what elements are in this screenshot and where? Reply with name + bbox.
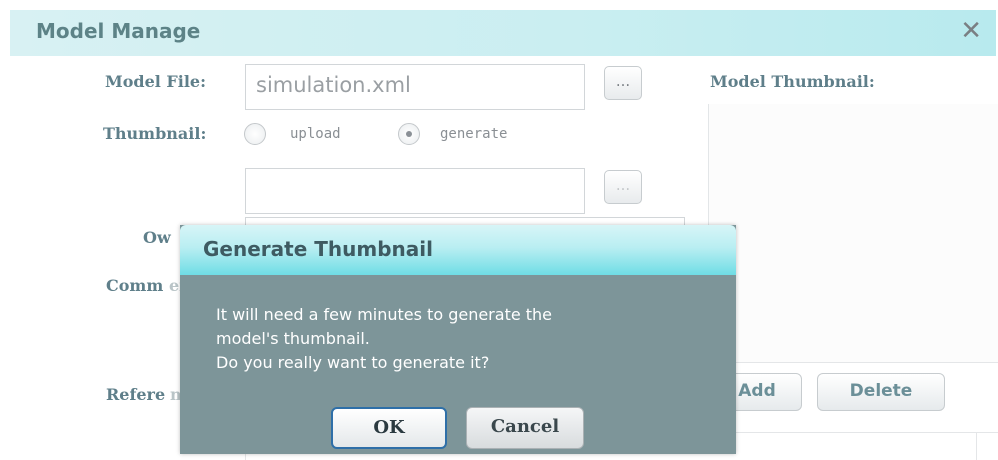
divider bbox=[976, 432, 977, 460]
model-file-input[interactable]: simulation.xml bbox=[245, 64, 585, 110]
generate-radio-label: generate bbox=[440, 126, 508, 142]
browse-model-file-button[interactable]: ... bbox=[604, 66, 642, 100]
dialog-title: Generate Thumbnail bbox=[203, 237, 433, 261]
thumbnail-label: Thumbnail: bbox=[103, 124, 207, 143]
model-file-label: Model File: bbox=[105, 72, 206, 91]
generate-radio[interactable] bbox=[398, 123, 420, 145]
browse-thumbnail-button[interactable]: ... bbox=[604, 170, 642, 204]
ok-button[interactable]: OK bbox=[331, 407, 447, 449]
owner-label: Ow bbox=[143, 228, 171, 247]
upload-radio-label: upload bbox=[290, 126, 341, 142]
cancel-button[interactable]: Cancel bbox=[466, 407, 584, 449]
delete-button[interactable]: Delete bbox=[817, 373, 945, 411]
close-icon[interactable]: ✕ bbox=[960, 16, 982, 46]
model-thumbnail-label: Model Thumbnail: bbox=[710, 72, 875, 91]
dialog-message-line: It will need a few minutes to generate t… bbox=[216, 305, 553, 324]
window-title: Model Manage bbox=[36, 19, 201, 43]
thumbnail-file-input[interactable] bbox=[245, 168, 585, 214]
dialog-message: It will need a few minutes to generate t… bbox=[216, 303, 716, 375]
dialog-message-line: model's thumbnail. bbox=[216, 329, 370, 348]
generate-thumbnail-dialog: Generate Thumbnail It will need a few mi… bbox=[180, 225, 736, 454]
comments-label: Comm bbox=[106, 276, 164, 295]
divider bbox=[708, 432, 998, 433]
model-file-value: simulation.xml bbox=[256, 73, 411, 97]
window-title-bar: Model Manage ✕ bbox=[10, 10, 996, 56]
reference-label: Refere bbox=[106, 385, 166, 404]
upload-radio[interactable] bbox=[244, 123, 266, 145]
dialog-message-line: Do you really want to generate it? bbox=[216, 353, 490, 372]
dialog-title-bar: Generate Thumbnail bbox=[180, 225, 736, 275]
model-thumbnail-preview bbox=[708, 104, 998, 362]
